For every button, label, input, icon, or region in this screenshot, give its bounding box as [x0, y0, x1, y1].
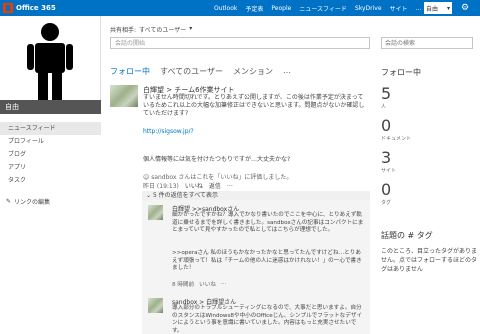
topnav-outlook[interactable]: Outlook — [214, 5, 237, 12]
gear-icon[interactable]: ⚙ — [458, 2, 472, 14]
tab-mentions[interactable]: メンション — [233, 66, 273, 77]
tab-everyone[interactable]: すべてのユーザー — [160, 66, 223, 77]
stat-value: 0 — [381, 116, 392, 135]
user-menu[interactable]: 自由 ▾ — [424, 2, 452, 14]
reply-meta: 8 時間前 いいね … — [172, 280, 227, 288]
leftnav-blog[interactable]: ブログ — [0, 148, 101, 161]
like-button[interactable]: いいね — [199, 280, 216, 288]
post-body: すいません時間切れです。とりあえず公開しますが、この後は作業予定が決まっているた… — [143, 94, 365, 117]
quick-launch: ニュースフィード プロフィール ブログ アプリ タスク — [0, 122, 101, 187]
stat-label: タグ — [381, 200, 392, 206]
like-button[interactable]: いいね — [185, 181, 203, 190]
post-meta: 昨日 (19:13) いいね 返信 … — [143, 181, 233, 190]
brand[interactable]: Office 365 — [3, 2, 56, 14]
chevron-down-icon: ▾ — [446, 4, 450, 12]
topnav-people[interactable]: People — [271, 5, 291, 12]
reply-time[interactable]: 8 時間前 — [172, 280, 194, 288]
topnav-newsfeed[interactable]: ニュースフィード — [299, 4, 347, 13]
conversation-search-input[interactable]: 会話の検索 — [381, 37, 473, 49]
following-title: フォロー中 — [381, 68, 421, 77]
leftnav-tasks[interactable]: タスク — [0, 174, 101, 187]
trending-tags-text: このところ、目立ったタグがありません。点ではフォローするほどのタグはありません — [381, 248, 478, 273]
reply-body-2: >>operaさん 私のほうもかなかったかなと思ってたんですけどね…とりあえず頑… — [172, 250, 362, 271]
topnav-skydrive[interactable]: SkyDrive — [355, 5, 382, 12]
reply-author-avatar[interactable] — [148, 205, 163, 220]
more-button[interactable]: … — [221, 280, 227, 288]
stat-documents[interactable]: 0 ドキュメント — [381, 116, 412, 143]
top-nav: Outlook 予定表 People ニュースフィード SkyDrive サイト… — [214, 0, 422, 16]
edit-links[interactable]: ✎ リンクの編集 — [6, 197, 50, 206]
chevron-down-icon: ▾ — [189, 25, 193, 32]
more-button[interactable]: … — [227, 181, 233, 190]
share-target: すべてのユーザー — [139, 27, 187, 34]
reply-item: sandbox > 白輝望さん 導入部分のトラブルシューティングになるので、大事… — [142, 293, 370, 334]
office-logo-icon — [3, 3, 13, 13]
post-like-note: ☺ sandbox さんはこれを「いいね」に評価しました。 — [143, 174, 293, 181]
post-note: 個人情報等には気を付けたつもりですが…大丈夫かな? — [143, 156, 291, 163]
brand-title: Office 365 — [16, 4, 56, 12]
stat-value: 3 — [381, 148, 392, 167]
user-name: 自由 — [426, 5, 439, 13]
tab-more[interactable]: … — [283, 66, 291, 77]
share-with[interactable]: 共有相手: すべてのユーザー ▾ — [110, 25, 192, 34]
topnav-more[interactable]: … — [416, 5, 422, 12]
stat-sites[interactable]: 3 サイト — [381, 148, 397, 175]
suite-bar: Office 365 Outlook 予定表 People ニュースフィード S… — [0, 0, 480, 16]
pencil-icon: ✎ — [6, 198, 12, 205]
post-link[interactable]: http://sigsow.jp/? — [143, 128, 194, 135]
stat-label: ドキュメント — [381, 136, 412, 142]
reply-body: 導入部分のトラブルシューティングになるので、大事だと思いますよ。自分のスタンスは… — [172, 305, 363, 334]
leftnav-newsfeed[interactable]: ニュースフィード — [0, 122, 101, 135]
stat-value: 5 — [381, 84, 392, 103]
post-time[interactable]: 昨日 (19:13) — [143, 181, 179, 190]
topnav-calendar[interactable]: 予定表 — [245, 4, 263, 13]
edit-links-label: リンクの編集 — [14, 199, 51, 206]
feed-tabs: フォロー中 すべてのユーザー メンション … — [110, 66, 291, 77]
tab-following[interactable]: フォロー中 — [110, 66, 150, 77]
reply-button[interactable]: 返信 — [209, 181, 221, 190]
profile-name: 自由 — [0, 100, 101, 114]
leftnav-profile[interactable]: プロフィール — [0, 135, 101, 148]
stat-people[interactable]: 5 人 — [381, 84, 392, 111]
person-silhouette-icon — [27, 23, 73, 100]
reply-body: 細かかったですかね？導入でかなり書いたのでここを中心に、とりあえず軌道に乗せるま… — [172, 212, 364, 233]
trending-tags-title: 話題の # タグ — [381, 231, 433, 240]
start-conversation-input[interactable]: 会話の開始 — [110, 37, 370, 49]
stat-tags[interactable]: 0 タグ — [381, 180, 392, 207]
like-icon: ☺ — [143, 174, 150, 181]
reply-author-avatar[interactable] — [148, 298, 163, 313]
topnav-sites[interactable]: サイト — [390, 4, 408, 13]
stat-label: 人 — [381, 104, 387, 110]
share-label: 共有相手: — [110, 27, 137, 34]
leftnav-apps[interactable]: アプリ — [0, 161, 101, 174]
reply-item: 白輝望 >>sandboxさん 細かかったですかね？導入でかなり書いたのでここを… — [142, 200, 370, 293]
post-author-avatar[interactable] — [110, 85, 138, 107]
stat-value: 0 — [381, 180, 392, 199]
show-all-replies[interactable]: ⌄ 5 件の返信をすべて表示 — [142, 191, 370, 200]
stat-label: サイト — [381, 168, 397, 174]
chevron-down-icon: ⌄ — [146, 192, 152, 199]
profile-photo[interactable]: 自由 — [0, 16, 101, 114]
